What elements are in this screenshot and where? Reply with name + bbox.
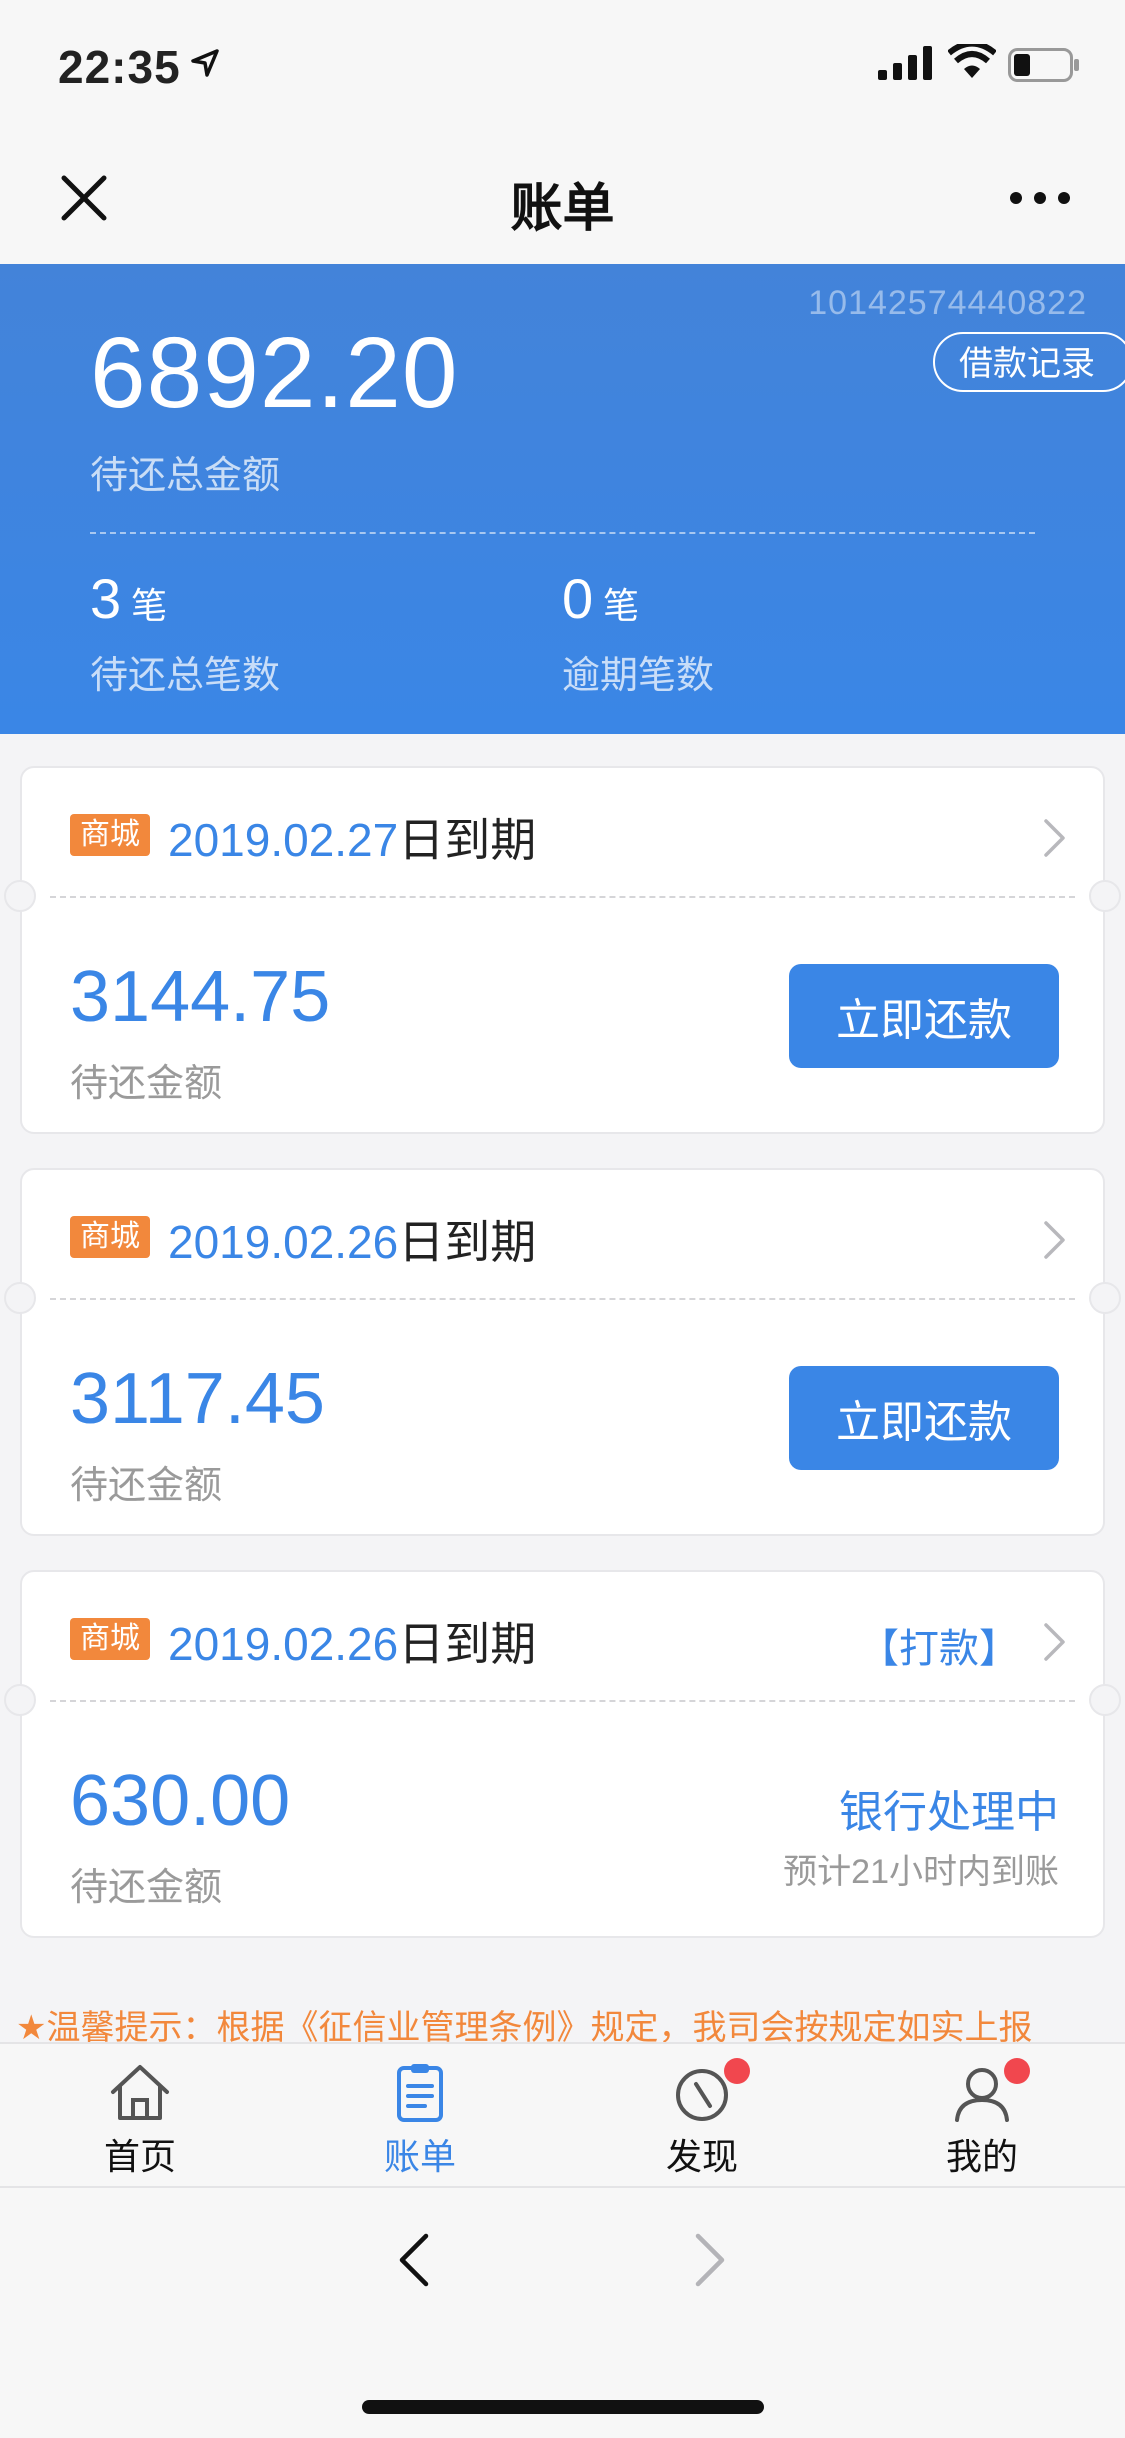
credit-notice: ★温馨提示：根据《征信业管理条例》规定，我司会按规定如实上报 [16, 2009, 1033, 2044]
mall-tag: 商城 [70, 1618, 150, 1660]
chevron-right-icon[interactable] [1043, 818, 1067, 858]
due-date: 2019.02.26日到期 [168, 1608, 536, 1674]
location-arrow-icon [191, 49, 219, 77]
overdue-count-label: 逾期笔数 [562, 655, 715, 697]
due-date-suffix: 日到期 [398, 1618, 537, 1670]
nav-bar: 账单 [0, 132, 1125, 264]
card-notch-right [1089, 880, 1121, 912]
wifi-icon [948, 44, 996, 78]
due-date: 2019.02.27日到期 [168, 804, 536, 870]
chevron-right-icon[interactable] [1043, 1622, 1067, 1662]
wire-transfer-label[interactable]: 【打款】 [859, 1616, 1019, 1674]
notification-badge [724, 2058, 750, 2084]
total-amount: 6892.20 [90, 317, 459, 429]
tab-bar: 首页 账单 发现 我的 [0, 2042, 1125, 2188]
repay-now-button[interactable]: 立即还款 [789, 964, 1059, 1068]
bill-amount: 630.00 [70, 1761, 291, 1841]
forward-arrow-icon[interactable] [692, 2232, 728, 2288]
tab-home[interactable]: 首页 [50, 2062, 230, 2180]
card-notch-left [4, 1684, 36, 1716]
battery-icon [1008, 48, 1079, 82]
total-amount-label: 待还总金额 [90, 455, 281, 497]
bill-amount-label: 待还金额 [70, 1465, 223, 1507]
pending-count: 3笔 [90, 566, 167, 631]
card-notch-right [1089, 1282, 1121, 1314]
home-icon [111, 2065, 169, 2120]
due-date-value: 2019.02.27 [168, 814, 399, 866]
bill-amount-label: 待还金额 [70, 1063, 223, 1105]
bank-processing-status: 银行处理中 [839, 1788, 1059, 1837]
status-bar: 22:35 [0, 0, 1125, 132]
bill-card[interactable]: 商城 2019.02.27日到期 3144.75 待还金额 立即还款 [4, 766, 1121, 1134]
overdue-count-unit: 笔 [603, 585, 640, 626]
more-icon[interactable] [1008, 188, 1072, 208]
pending-count-unit: 笔 [131, 585, 168, 626]
status-time: 22:35 [58, 41, 181, 93]
notification-badge [1004, 2058, 1030, 2084]
bill-card[interactable]: 商城 2019.02.26日到期 【打款】 630.00 待还金额 银行处理中 … [4, 1570, 1121, 1938]
chevron-right-icon[interactable] [1043, 1220, 1067, 1260]
bill-amount: 3117.45 [70, 1359, 325, 1439]
bill-card[interactable]: 商城 2019.02.26日到期 3117.45 待还金额 立即还款 [4, 1168, 1121, 1536]
due-date-value: 2019.02.26 [168, 1216, 399, 1268]
card-divider [50, 1700, 1075, 1702]
bill-icon [397, 2064, 443, 2122]
repayment-summary: 10142574440822 借款记录 6892.20 待还总金额 3笔 待还总… [0, 264, 1125, 734]
page-title: 账单 [510, 180, 615, 238]
tab-label: 账单 [383, 2136, 456, 2177]
pending-count-value: 3 [90, 567, 122, 630]
card-divider [50, 896, 1075, 898]
browser-toolbar [0, 2186, 1125, 2438]
repay-now-button[interactable]: 立即还款 [789, 1366, 1059, 1470]
signal-icon [878, 46, 932, 80]
arrival-eta: 预计21小时内到账 [783, 1853, 1059, 1891]
due-date-suffix: 日到期 [398, 814, 537, 866]
mall-tag: 商城 [70, 814, 150, 856]
tab-discover[interactable]: 发现 [612, 2058, 792, 2180]
loan-record-button[interactable]: 借款记录 [933, 332, 1125, 392]
mall-tag: 商城 [70, 1216, 150, 1258]
back-arrow-icon[interactable] [396, 2232, 432, 2288]
summary-divider [90, 532, 1035, 534]
card-notch-right [1089, 1684, 1121, 1716]
tab-label: 我的 [945, 2136, 1018, 2177]
tab-label: 发现 [665, 2136, 738, 2177]
tab-label: 首页 [103, 2136, 176, 2177]
card-notch-left [4, 1282, 36, 1314]
tab-mine[interactable]: 我的 [892, 2058, 1072, 2180]
account-number: 10142574440822 [808, 284, 1087, 322]
bill-amount: 3144.75 [70, 957, 331, 1037]
overdue-count-value: 0 [562, 567, 594, 630]
card-notch-left [4, 880, 36, 912]
bill-amount-label: 待还金额 [70, 1867, 223, 1909]
due-date: 2019.02.26日到期 [168, 1206, 536, 1272]
due-date-value: 2019.02.26 [168, 1618, 399, 1670]
pending-count-label: 待还总笔数 [90, 655, 281, 697]
due-date-suffix: 日到期 [398, 1216, 537, 1268]
overdue-count: 0笔 [562, 566, 639, 631]
card-divider [50, 1298, 1075, 1300]
home-indicator [362, 2400, 764, 2414]
tab-bill[interactable]: 账单 [330, 2062, 510, 2180]
